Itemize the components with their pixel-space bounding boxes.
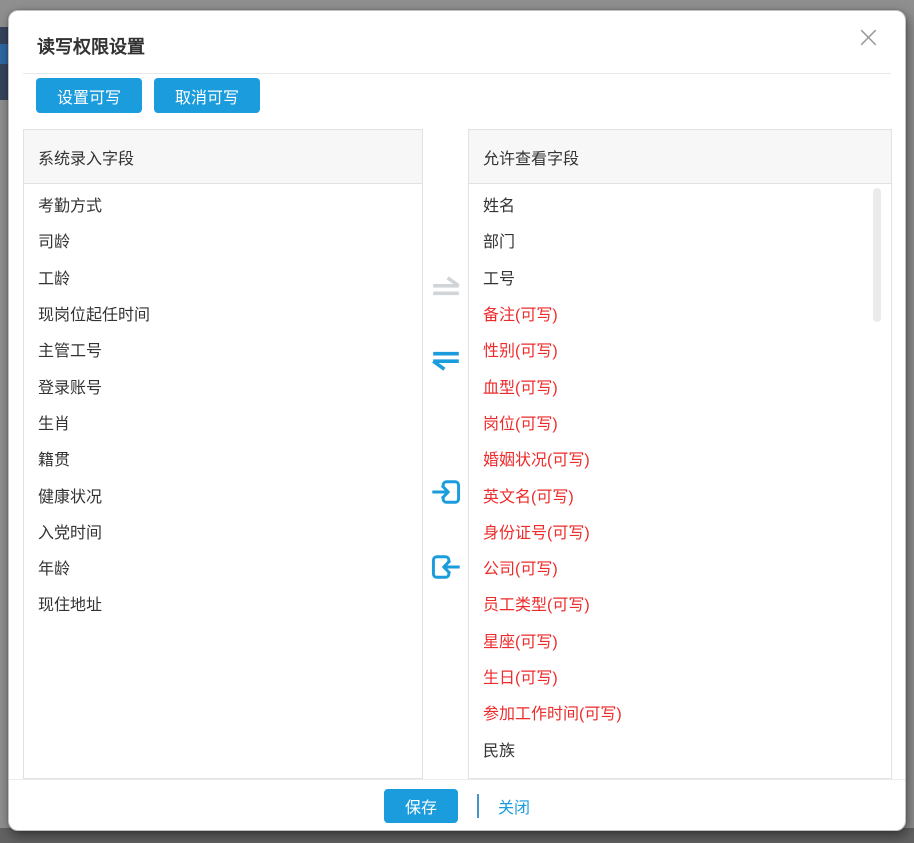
field-item[interactable]: 生肖 (24, 404, 422, 440)
close-button[interactable]: 关闭 (498, 794, 530, 818)
field-item[interactable]: 司龄 (24, 222, 422, 258)
field-item[interactable]: 部门 (469, 222, 891, 258)
field-item[interactable]: 民族 (469, 730, 891, 766)
dialog-title: 读写权限设置 (37, 33, 145, 59)
cancel-writable-button[interactable]: 取消可写 (154, 78, 260, 113)
move-all-left-icon[interactable] (430, 552, 462, 582)
field-item[interactable]: 国籍 (469, 767, 891, 778)
viewable-fields-panel: 允许查看字段 姓名部门工号备注(可写)性别(可写)血型(可写)岗位(可写)婚姻状… (468, 129, 892, 779)
field-item[interactable]: 英文名(可写) (469, 476, 891, 512)
field-item[interactable]: 入党时间 (24, 513, 422, 549)
field-item[interactable]: 年龄 (24, 549, 422, 585)
move-left-icon[interactable] (430, 343, 462, 373)
system-fields-header: 系统录入字段 (24, 130, 422, 184)
field-item[interactable]: 现住地址 (24, 585, 422, 621)
field-item[interactable]: 籍贯 (24, 440, 422, 476)
system-fields-panel: 系统录入字段 考勤方式司龄工龄现岗位起任时间主管工号登录账号生肖籍贯健康状况入党… (23, 129, 423, 779)
field-item[interactable]: 考勤方式 (24, 186, 422, 222)
read-write-permission-dialog: 读写权限设置 × 设置可写 取消可写 系统录入字段 考勤方式司龄工龄现岗位起任时… (8, 10, 906, 831)
field-item[interactable]: 工龄 (24, 259, 422, 295)
footer: 保存 关闭 (9, 780, 905, 832)
field-item[interactable]: 性别(可写) (469, 331, 891, 367)
field-item[interactable]: 身份证号(可写) (469, 513, 891, 549)
field-item[interactable]: 备注(可写) (469, 295, 891, 331)
system-fields-list: 考勤方式司龄工龄现岗位起任时间主管工号登录账号生肖籍贯健康状况入党时间年龄现住地… (24, 184, 422, 778)
field-item[interactable]: 主管工号 (24, 331, 422, 367)
field-item[interactable]: 血型(可写) (469, 367, 891, 403)
scrollbar-thumb[interactable] (873, 188, 881, 322)
move-right-icon (430, 274, 462, 304)
close-icon[interactable]: × (856, 23, 881, 53)
field-item[interactable]: 工号 (469, 259, 891, 295)
field-item[interactable]: 登录账号 (24, 367, 422, 403)
field-item[interactable]: 岗位(可写) (469, 404, 891, 440)
field-item[interactable]: 星座(可写) (469, 622, 891, 658)
field-item[interactable]: 参加工作时间(可写) (469, 694, 891, 730)
set-writable-button[interactable]: 设置可写 (36, 78, 142, 113)
save-button[interactable]: 保存 (384, 789, 458, 823)
field-item[interactable]: 健康状况 (24, 476, 422, 512)
viewable-fields-header: 允许查看字段 (469, 130, 891, 184)
footer-separator (477, 794, 479, 818)
dimmed-sidebar-badge (0, 44, 8, 64)
move-all-right-icon[interactable] (430, 477, 462, 507)
field-item[interactable]: 员工类型(可写) (469, 585, 891, 621)
title-divider (23, 73, 891, 74)
field-item[interactable]: 现岗位起任时间 (24, 295, 422, 331)
field-item[interactable]: 生日(可写) (469, 658, 891, 694)
field-item[interactable]: 婚姻状况(可写) (469, 440, 891, 476)
field-item[interactable]: 公司(可写) (469, 549, 891, 585)
toolbar: 设置可写 取消可写 (36, 78, 260, 113)
viewable-fields-list: 姓名部门工号备注(可写)性别(可写)血型(可写)岗位(可写)婚姻状况(可写)英文… (469, 184, 891, 778)
field-item[interactable]: 姓名 (469, 186, 891, 222)
